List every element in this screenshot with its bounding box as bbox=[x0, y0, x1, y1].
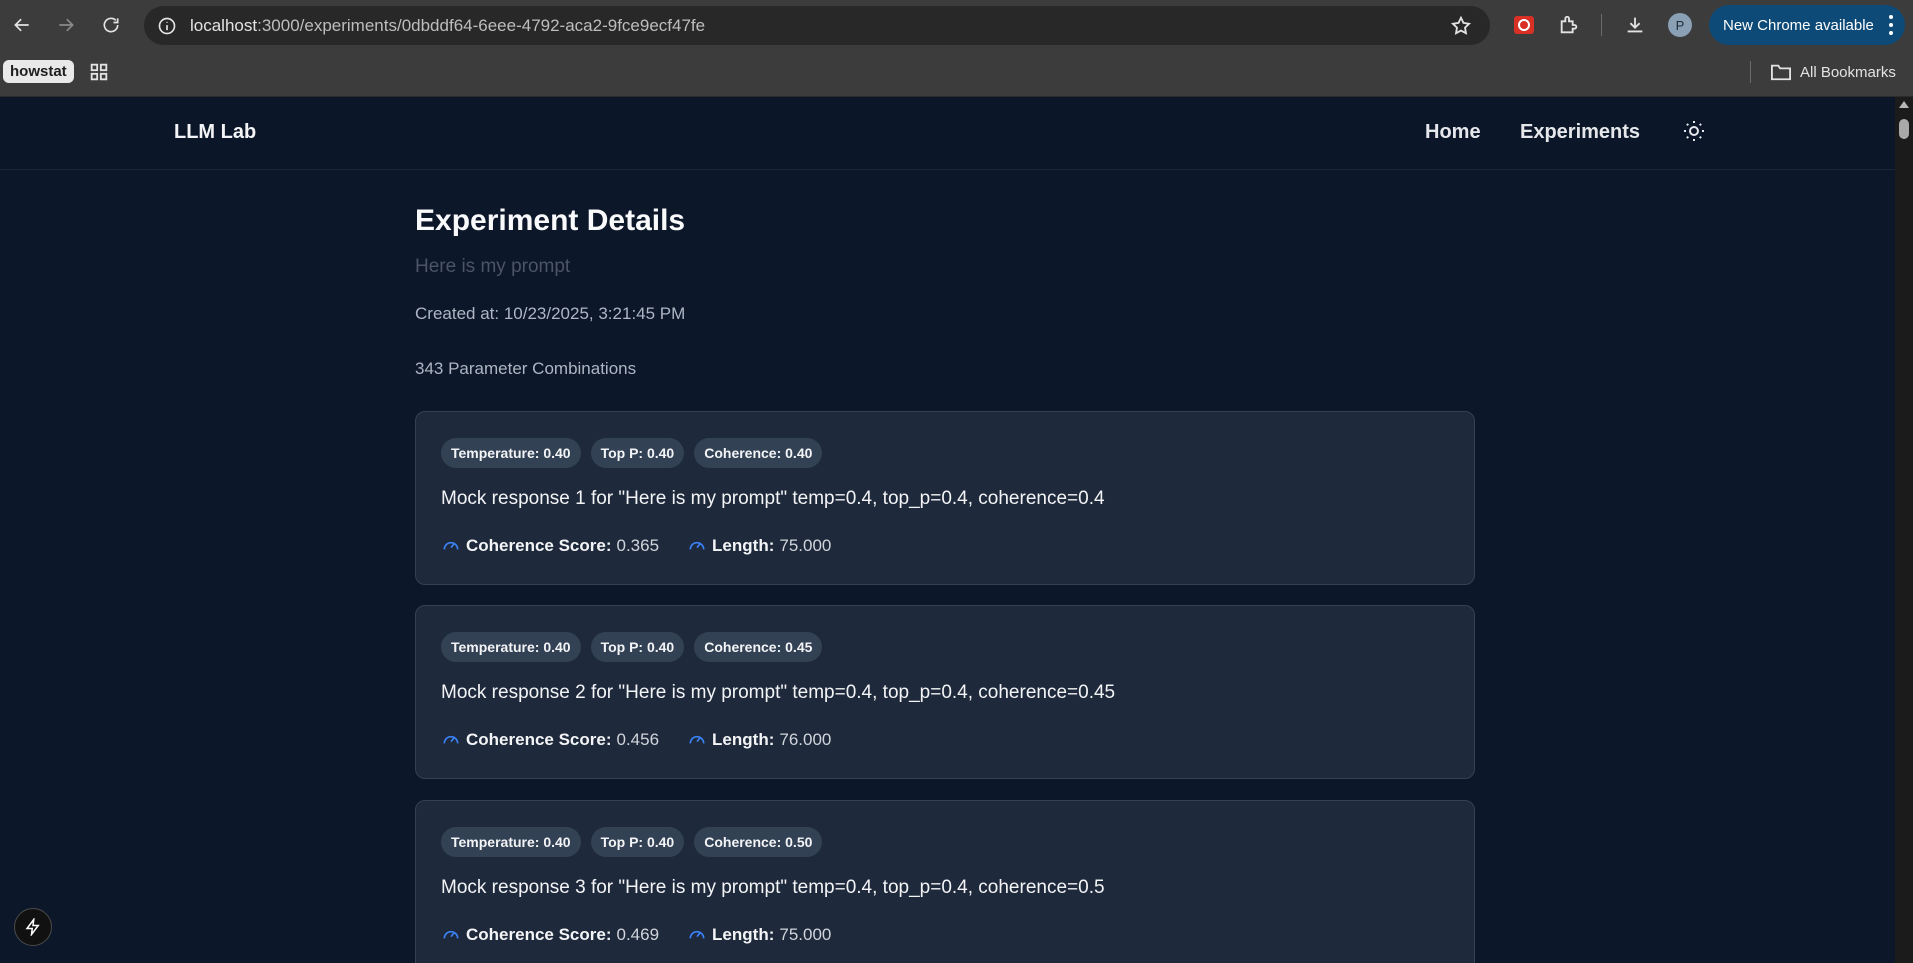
extensions-puzzle-icon[interactable] bbox=[1555, 11, 1583, 39]
site-info-icon[interactable] bbox=[156, 15, 178, 37]
coherence-metric: Coherence Score: 0.365 bbox=[441, 536, 659, 556]
extension-app-icon[interactable] bbox=[1510, 11, 1538, 39]
bookmarks-divider bbox=[1750, 61, 1751, 83]
top-p-badge: Top P: 0.40 bbox=[590, 438, 685, 468]
forward-icon[interactable] bbox=[51, 10, 81, 40]
gauge-icon bbox=[689, 541, 705, 550]
nav-experiments-link[interactable]: Experiments bbox=[1520, 121, 1640, 144]
coherence-label: Coherence Score: bbox=[466, 536, 612, 555]
length-metric: Length: 75.000 bbox=[687, 536, 831, 556]
metrics-row: Coherence Score: 0.365 Length: 75.000 bbox=[441, 536, 831, 556]
length-metric: Length: 75.000 bbox=[687, 925, 831, 945]
all-bookmarks-label: All Bookmarks bbox=[1800, 63, 1896, 81]
chrome-update-button[interactable]: New Chrome available bbox=[1709, 5, 1905, 45]
metrics-row: Coherence Score: 0.469 Length: 75.000 bbox=[441, 925, 831, 945]
bookmark-howstat[interactable]: howstat bbox=[3, 60, 74, 83]
page-scrollbar[interactable] bbox=[1895, 97, 1913, 963]
toolbar-divider bbox=[1601, 14, 1602, 36]
created-at: Created at: 10/23/2025, 3:21:45 PM bbox=[415, 304, 686, 323]
experiment-prompt: Here is my prompt bbox=[415, 256, 571, 277]
coherence-label: Coherence Score: bbox=[466, 730, 612, 749]
coherence-value: 0.469 bbox=[616, 925, 660, 944]
back-icon[interactable] bbox=[7, 10, 37, 40]
all-bookmarks-button[interactable]: All Bookmarks bbox=[1770, 60, 1896, 84]
update-label: New Chrome available bbox=[1723, 16, 1874, 34]
parameter-badges: Temperature: 0.40 Top P: 0.40 Coherence:… bbox=[441, 827, 823, 857]
scroll-thumb[interactable] bbox=[1899, 119, 1909, 139]
coherence-metric: Coherence Score: 0.456 bbox=[441, 730, 659, 750]
bookmarks-bar: howstat All Bookmarks bbox=[0, 50, 1913, 97]
length-label: Length: bbox=[712, 925, 775, 944]
gauge-icon bbox=[689, 930, 705, 939]
coherence-value: 0.456 bbox=[616, 730, 660, 749]
url-text[interactable]: localhost:3000/experiments/0dbddf64-6eee… bbox=[190, 16, 705, 36]
length-value: 75.000 bbox=[779, 925, 832, 944]
gauge-icon bbox=[443, 735, 459, 744]
top-p-badge: Top P: 0.40 bbox=[590, 632, 685, 662]
brand-logo-text[interactable]: LLM Lab bbox=[174, 121, 256, 144]
temperature-badge: Temperature: 0.40 bbox=[441, 827, 581, 857]
response-text: Mock response 1 for "Here is my prompt" … bbox=[441, 488, 1105, 509]
gauge-icon bbox=[443, 930, 459, 939]
profile-avatar[interactable]: P bbox=[1668, 13, 1692, 37]
coherence-badge: Coherence: 0.45 bbox=[694, 632, 823, 662]
scroll-up-arrow-icon[interactable] bbox=[1899, 101, 1909, 108]
sun-icon[interactable] bbox=[1682, 119, 1706, 143]
parameter-badges: Temperature: 0.40 Top P: 0.40 Coherence:… bbox=[441, 632, 823, 662]
length-label: Length: bbox=[712, 536, 775, 555]
nav-home-link[interactable]: Home bbox=[1425, 121, 1481, 144]
folder-icon bbox=[1771, 64, 1791, 81]
lightning-icon[interactable] bbox=[14, 908, 52, 946]
response-text: Mock response 3 for "Here is my prompt" … bbox=[441, 877, 1105, 898]
reload-icon[interactable] bbox=[96, 10, 126, 40]
result-card: Temperature: 0.40 Top P: 0.40 Coherence:… bbox=[415, 411, 1475, 585]
length-value: 75.000 bbox=[779, 536, 832, 555]
parameter-badges: Temperature: 0.40 Top P: 0.40 Coherence:… bbox=[441, 438, 823, 468]
length-metric: Length: 76.000 bbox=[687, 730, 831, 750]
top-p-badge: Top P: 0.40 bbox=[590, 827, 685, 857]
result-card: Temperature: 0.40 Top P: 0.40 Coherence:… bbox=[415, 800, 1475, 963]
apps-grid-icon[interactable] bbox=[88, 61, 110, 83]
menu-dots-icon bbox=[1889, 15, 1893, 35]
combination-count: 343 Parameter Combinations bbox=[415, 359, 637, 378]
bookmark-star-icon[interactable] bbox=[1450, 15, 1472, 37]
response-text: Mock response 2 for "Here is my prompt" … bbox=[441, 682, 1116, 703]
address-bar[interactable]: localhost:3000/experiments/0dbddf64-6eee… bbox=[144, 6, 1490, 45]
temperature-badge: Temperature: 0.40 bbox=[441, 632, 581, 662]
gauge-icon bbox=[689, 735, 705, 744]
temperature-badge: Temperature: 0.40 bbox=[441, 438, 581, 468]
coherence-badge: Coherence: 0.40 bbox=[694, 438, 823, 468]
metrics-row: Coherence Score: 0.456 Length: 76.000 bbox=[441, 730, 831, 750]
result-card: Temperature: 0.40 Top P: 0.40 Coherence:… bbox=[415, 605, 1475, 779]
coherence-value: 0.365 bbox=[616, 536, 660, 555]
coherence-badge: Coherence: 0.50 bbox=[694, 827, 823, 857]
length-label: Length: bbox=[712, 730, 775, 749]
browser-toolbar: localhost:3000/experiments/0dbddf64-6eee… bbox=[0, 0, 1913, 50]
app-header: LLM Lab Home Experiments bbox=[0, 97, 1895, 170]
gauge-icon bbox=[443, 541, 459, 550]
download-icon[interactable] bbox=[1621, 11, 1649, 39]
length-value: 76.000 bbox=[779, 730, 832, 749]
coherence-metric: Coherence Score: 0.469 bbox=[441, 925, 659, 945]
coherence-label: Coherence Score: bbox=[466, 925, 612, 944]
page-title: Experiment Details bbox=[415, 204, 686, 237]
